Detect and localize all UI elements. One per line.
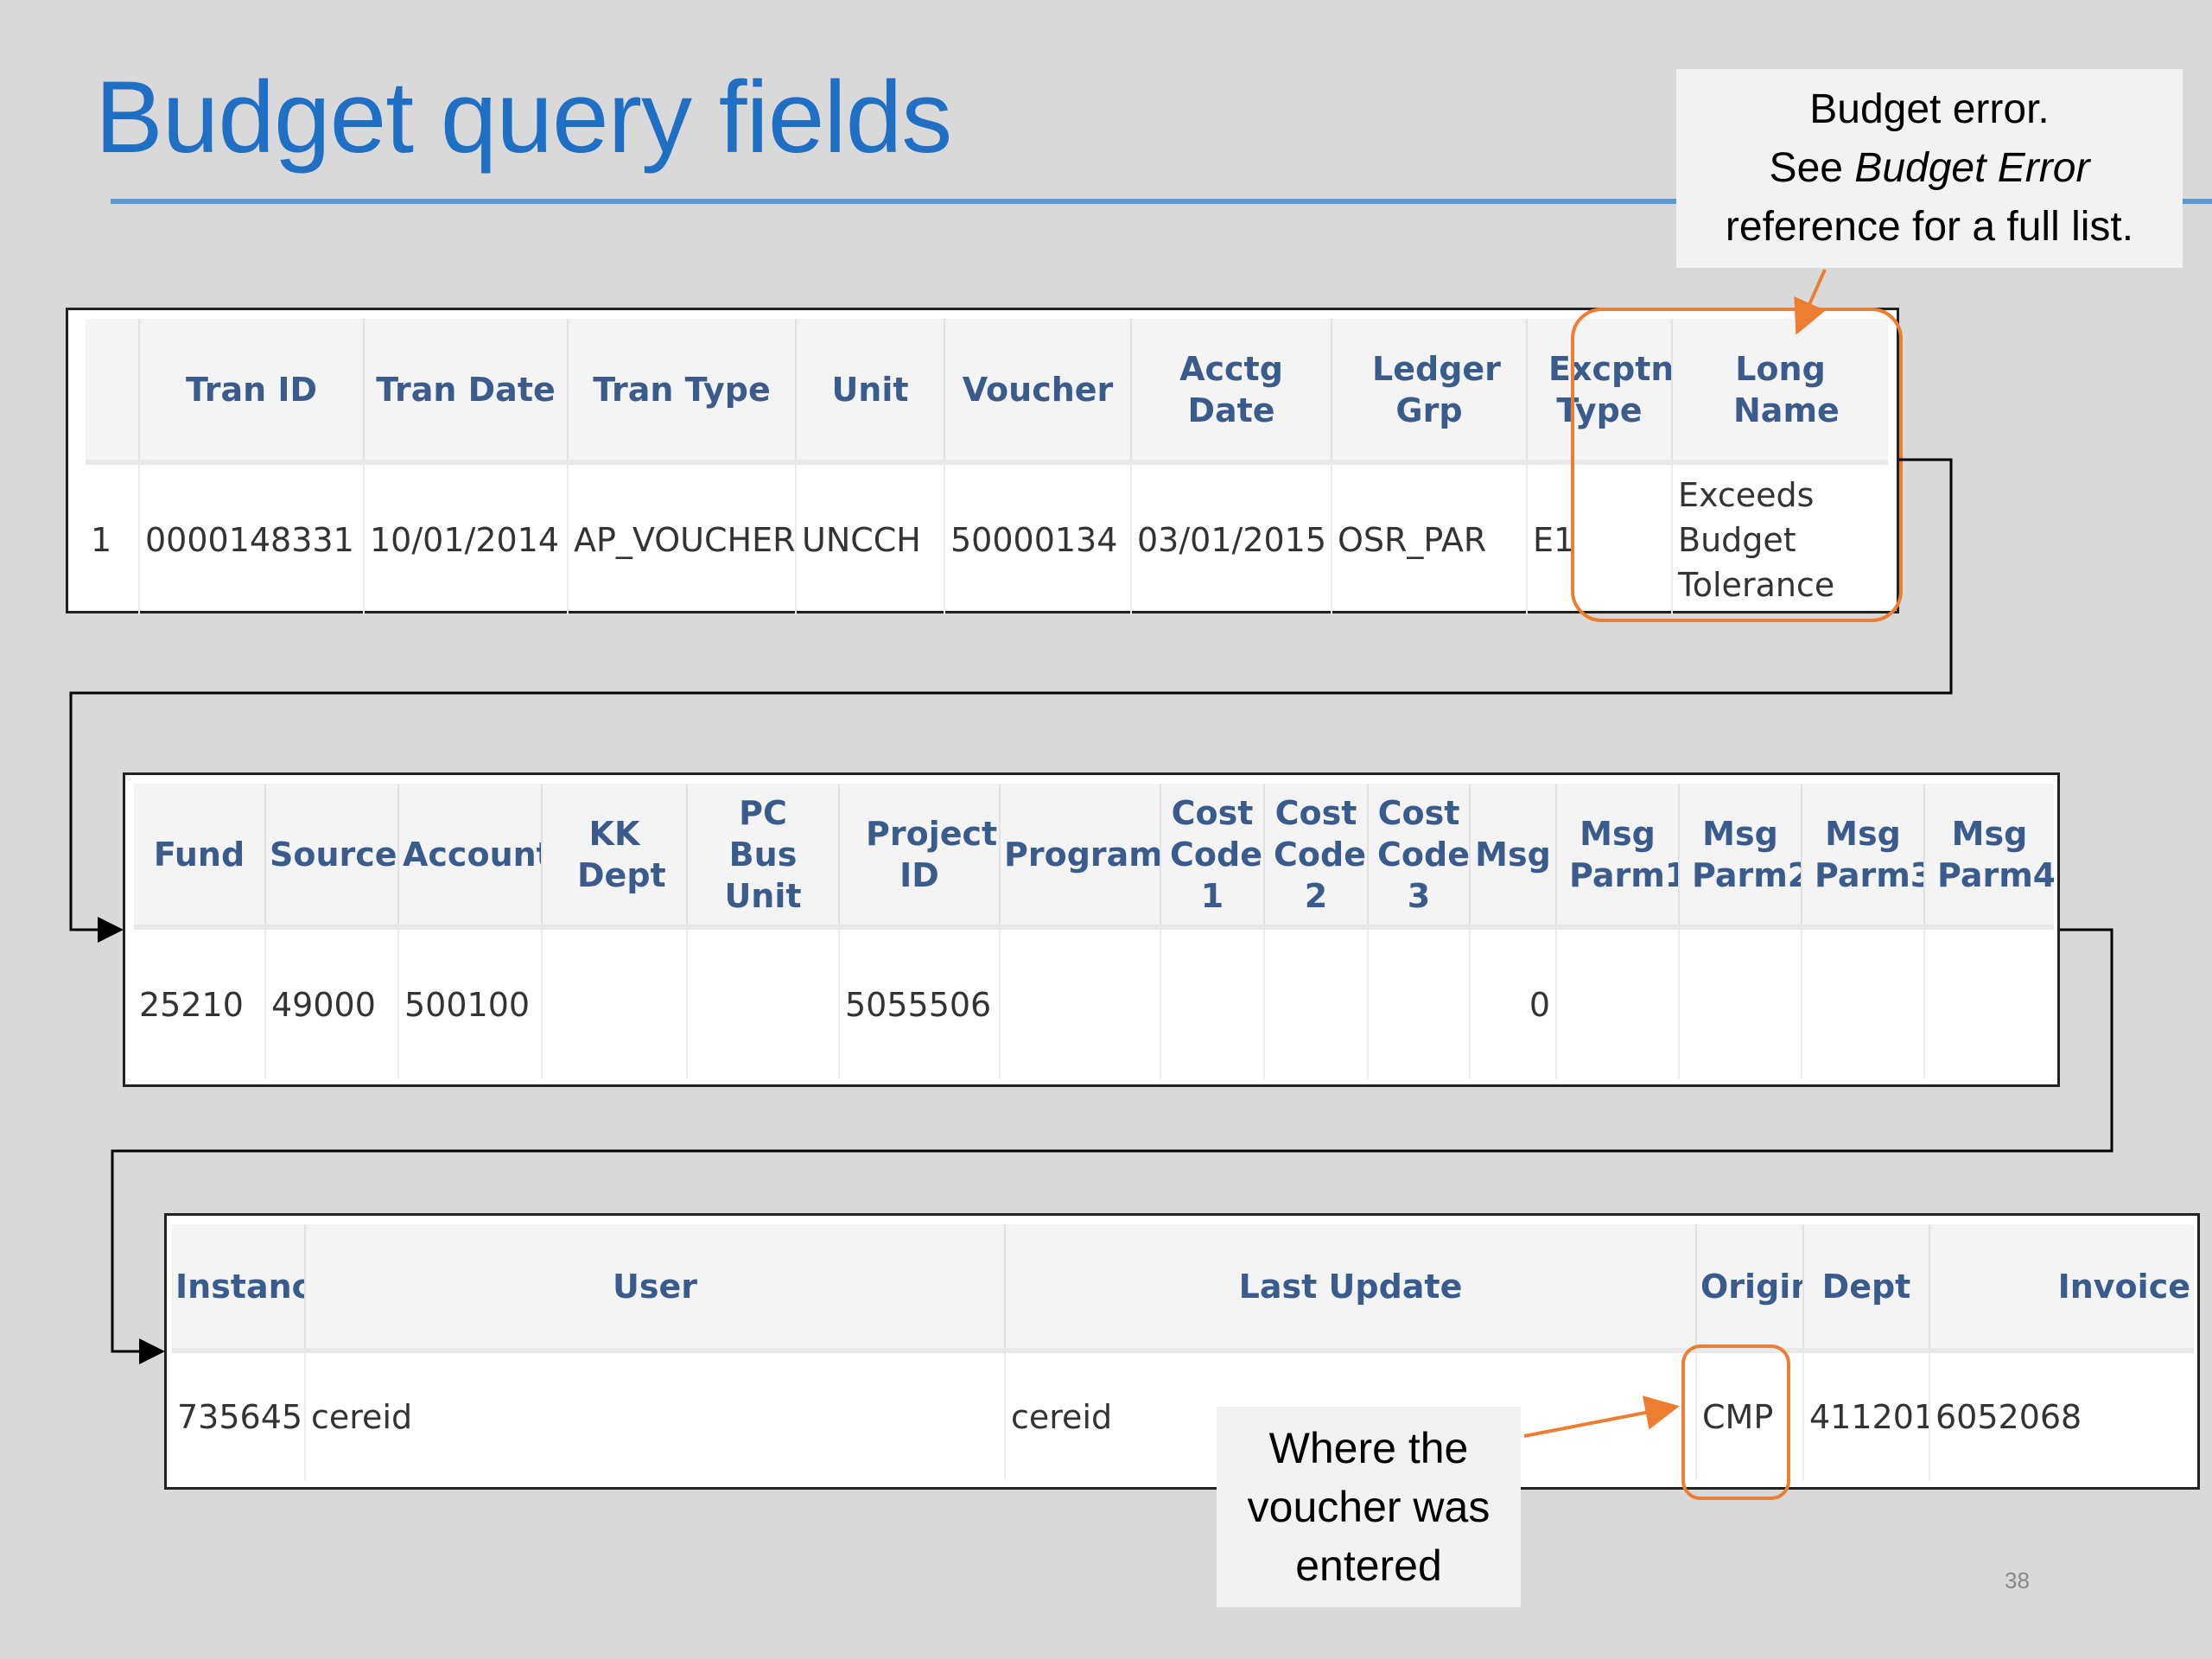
page-number: 38 xyxy=(2005,1567,2030,1593)
arrow-callout-to-origin xyxy=(1523,1395,1680,1438)
connector-table1-to-table2 xyxy=(69,458,1953,943)
connector-table2-to-table3 xyxy=(111,928,2113,1364)
connector-overlay xyxy=(69,269,2113,1438)
arrow-callout-to-long-name xyxy=(1794,269,1827,335)
